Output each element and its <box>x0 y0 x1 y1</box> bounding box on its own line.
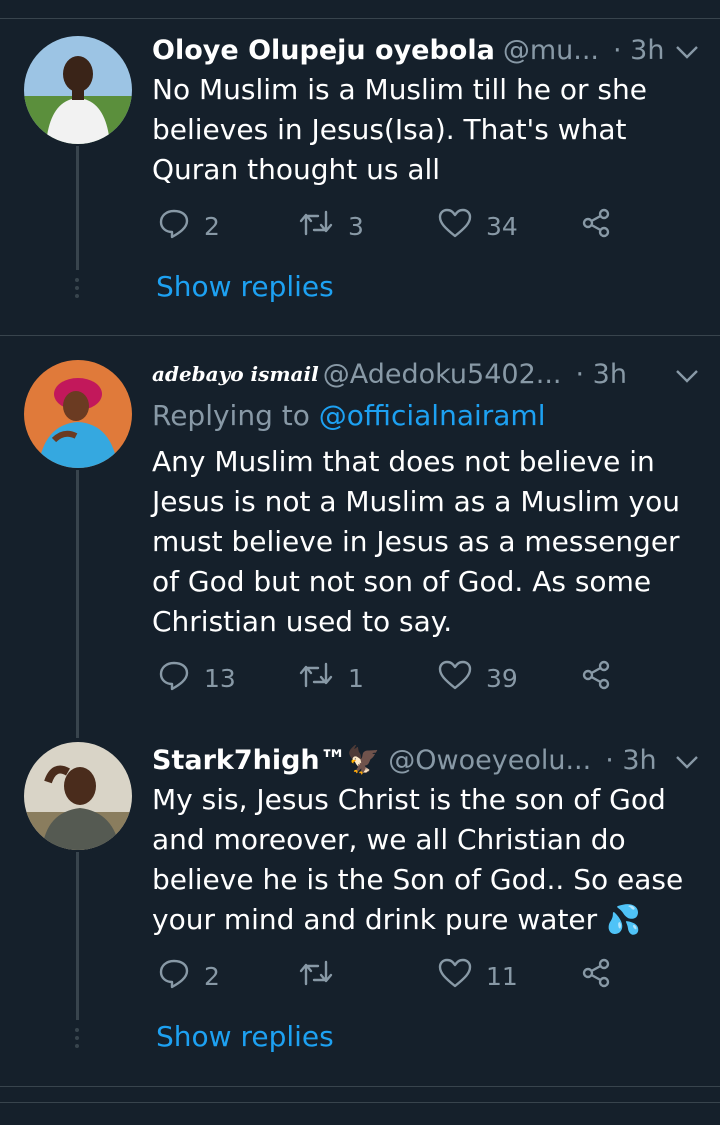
tweet-text: Any Muslim that does not believe in Jesu… <box>152 445 680 638</box>
tweet-header: Stark7high™🦅 @Owoeyeolu... · 3h <box>152 740 700 780</box>
tweet-divider <box>0 335 720 336</box>
like-count: 39 <box>486 663 518 693</box>
like-count: 34 <box>486 211 518 241</box>
author-handle[interactable]: @Adedoku5402... <box>323 359 562 390</box>
like-button[interactable]: 34 <box>438 206 518 246</box>
thread-line <box>76 146 79 270</box>
replying-to-mention[interactable]: @officialnairaml <box>319 399 546 432</box>
retweet-count: 1 <box>348 663 364 693</box>
author-name[interactable]: Stark7high™🦅 <box>152 744 380 776</box>
reply-icon <box>158 207 204 245</box>
retweet-count: 3 <box>348 211 364 241</box>
tweet-time[interactable]: · 3h <box>576 359 627 390</box>
retweet-button[interactable]: 3 <box>298 206 364 246</box>
tweet-text: My sis, Jesus Christ is the son of God a… <box>152 783 684 936</box>
reply-button[interactable]: 13 <box>158 658 236 698</box>
thread-dots <box>75 1028 80 1052</box>
like-icon <box>438 660 486 696</box>
replying-to-label: Replying to <box>152 399 310 432</box>
show-replies-link[interactable]: Show replies <box>156 270 334 303</box>
author-name[interactable]: Oloye Olupeju oyebola <box>152 35 495 66</box>
avatar[interactable] <box>24 360 132 468</box>
retweet-icon <box>298 958 348 994</box>
share-icon <box>580 659 626 697</box>
retweet-icon <box>298 660 348 696</box>
reply-icon <box>158 659 204 697</box>
top-divider <box>0 18 720 19</box>
share-button[interactable] <box>580 206 626 246</box>
like-icon <box>438 958 486 994</box>
thread-line <box>76 852 79 1020</box>
tweet-actions: 2 11 <box>152 956 632 996</box>
show-replies-link[interactable]: Show replies <box>156 1020 334 1053</box>
like-button[interactable]: 11 <box>438 956 518 996</box>
author-handle[interactable]: @Owoeyeolu... <box>388 745 591 776</box>
bottom-divider <box>0 1102 720 1103</box>
chevron-down-icon[interactable] <box>674 38 700 69</box>
chevron-down-icon[interactable] <box>674 748 700 779</box>
share-button[interactable] <box>580 658 626 698</box>
tweet-header: adebayo ismail @Adedoku5402... · 3h <box>152 354 700 394</box>
reply-icon <box>158 957 204 995</box>
chevron-down-icon[interactable] <box>674 362 700 393</box>
like-button[interactable]: 39 <box>438 658 518 698</box>
like-icon <box>438 208 486 244</box>
reply-button[interactable]: 2 <box>158 956 220 996</box>
replying-to: Replying to @officialnairaml <box>152 396 702 436</box>
avatar[interactable] <box>24 742 132 850</box>
tweet-time[interactable]: · 3h <box>613 35 664 66</box>
author-name[interactable]: adebayo ismail <box>152 362 319 386</box>
tweet-time[interactable]: · 3h <box>605 745 656 776</box>
author-handle[interactable]: @mu... <box>503 35 599 66</box>
thread-dots <box>75 278 80 302</box>
tweet-text: No Muslim is a Muslim till he or she bel… <box>152 73 647 186</box>
reply-count: 2 <box>204 211 220 241</box>
retweet-button[interactable]: 1 <box>298 658 364 698</box>
reply-count: 13 <box>204 663 236 693</box>
thread-line <box>76 470 79 738</box>
share-icon <box>580 957 626 995</box>
tweet-actions: 2 3 34 <box>152 206 632 246</box>
like-count: 11 <box>486 961 518 991</box>
tweet-divider <box>0 1086 720 1087</box>
share-icon <box>580 207 626 245</box>
tweet-header: Oloye Olupeju oyebola @mu... · 3h <box>152 30 700 70</box>
retweet-button[interactable] <box>298 956 348 996</box>
reply-button[interactable]: 2 <box>158 206 220 246</box>
retweet-icon <box>298 208 348 244</box>
reply-count: 2 <box>204 961 220 991</box>
share-button[interactable] <box>580 956 626 996</box>
tweet-actions: 13 1 39 <box>152 658 632 698</box>
avatar[interactable] <box>24 36 132 144</box>
